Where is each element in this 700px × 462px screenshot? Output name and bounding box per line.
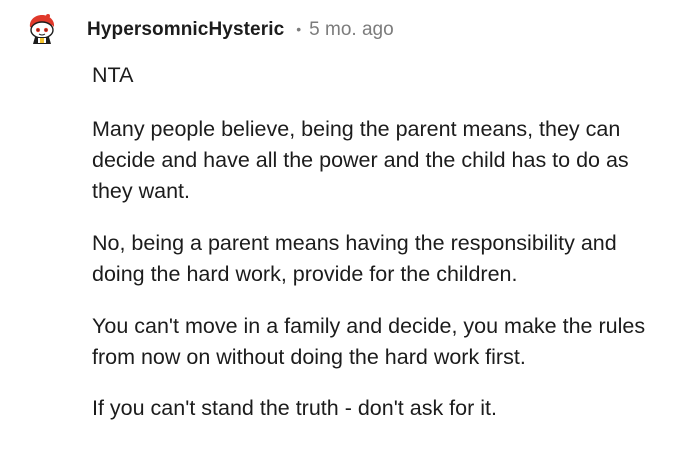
comment-paragraph: Many people believe, being the parent me… xyxy=(92,117,629,203)
comment: HypersomnicHysteric • 5 mo. ago NTA Many… xyxy=(0,0,700,462)
comment-body: NTA Many people believe, being the paren… xyxy=(92,60,672,424)
comment-paragraph: If you can't stand the truth - don't ask… xyxy=(92,396,497,420)
reddit-snoo-avatar-icon xyxy=(29,14,55,44)
author-username[interactable]: HypersomnicHysteric xyxy=(87,19,284,41)
avatar[interactable] xyxy=(26,13,58,45)
separator-dot: • xyxy=(296,21,302,37)
comment-paragraph: No, being a parent means having the resp… xyxy=(92,231,617,286)
comment-timestamp[interactable]: 5 mo. ago xyxy=(309,19,394,41)
comment-paragraph: You can't move in a family and decide, y… xyxy=(92,314,646,369)
comment-paragraph: NTA xyxy=(92,63,134,87)
comment-header: HypersomnicHysteric • 5 mo. ago xyxy=(87,17,394,43)
